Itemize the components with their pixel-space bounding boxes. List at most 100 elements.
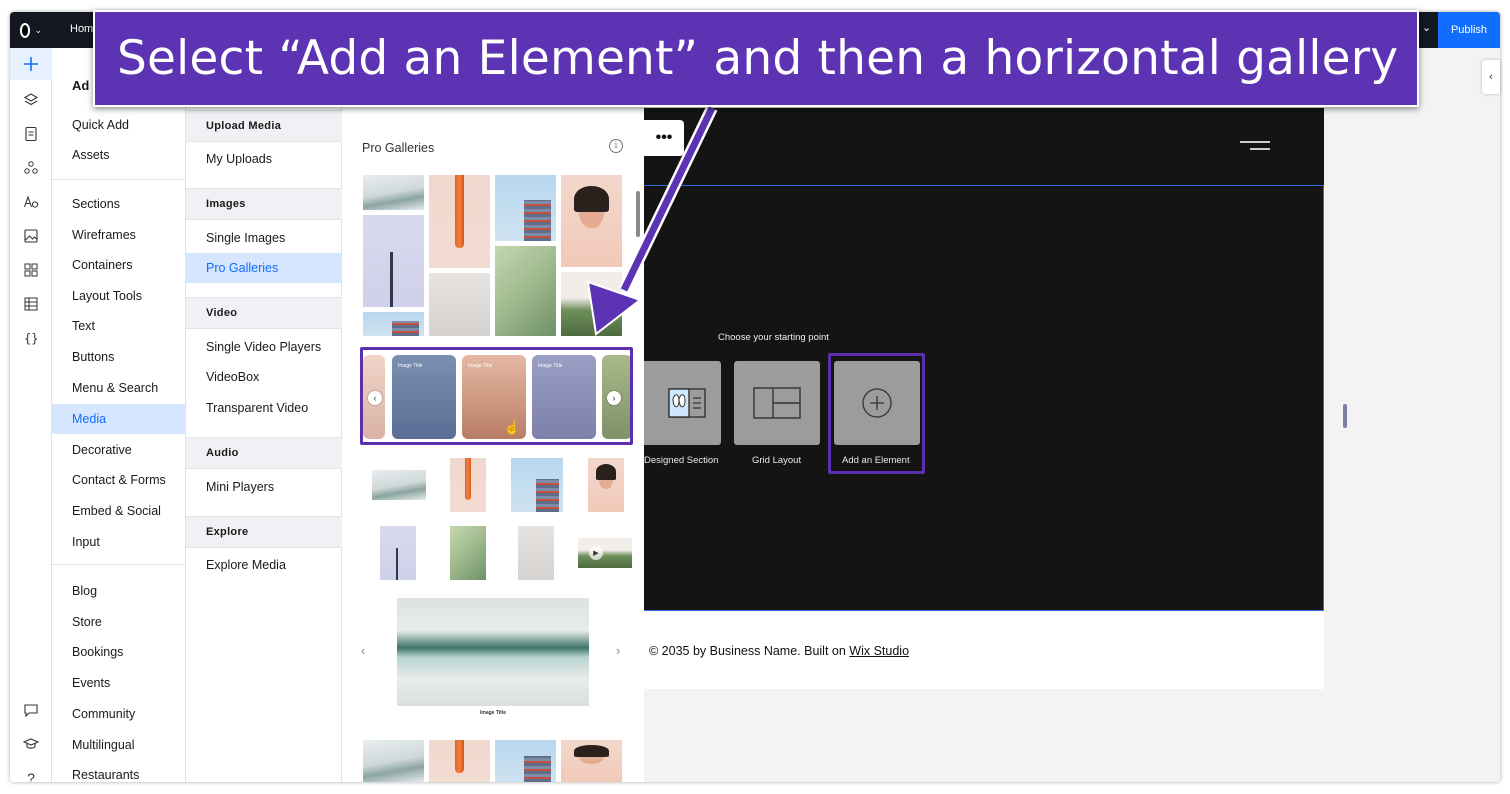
highlight-box (828, 353, 925, 474)
item-my-uploads[interactable]: My Uploads (186, 144, 342, 174)
category-multilingual[interactable]: Multilingual (52, 730, 186, 760)
designed-section-button[interactable] (644, 361, 721, 445)
chevron-right-icon: › (607, 391, 621, 405)
theme-icon[interactable] (10, 186, 52, 218)
hand-cursor-icon: ☝ (504, 420, 521, 435)
chevron-left-icon[interactable]: ‹ (361, 643, 365, 658)
image-title: Image Title (468, 363, 493, 369)
footer-copyright: © 2035 by Business Name. Built on (649, 644, 850, 658)
category-quick-add[interactable]: Quick Add (52, 110, 186, 140)
gallery-thumbnail (495, 246, 556, 336)
footer-link[interactable]: Wix Studio (849, 644, 909, 658)
wix-logo-icon (20, 22, 31, 38)
panel-scrollbar[interactable] (636, 191, 640, 237)
hamburger-menu-icon[interactable] (1240, 141, 1270, 153)
category-events[interactable]: Events (52, 668, 186, 698)
chevron-down-icon[interactable]: ⌄ (1422, 21, 1431, 34)
category-wireframes[interactable]: Wireframes (52, 220, 186, 250)
grid-layout-label: Grid Layout (752, 455, 802, 466)
cms-icon[interactable] (10, 288, 52, 320)
gallery-thumbnail (380, 526, 416, 580)
category-sections[interactable]: Sections (52, 189, 186, 219)
add-icon[interactable] (10, 48, 52, 80)
add-categories-panel: Ad Quick Add Assets Sections Wireframes … (52, 48, 186, 782)
item-mini-players[interactable]: Mini Players (186, 472, 342, 502)
gallery-thumbnail (518, 526, 554, 580)
annotation-banner: Select “Add an Element” and then a horiz… (93, 10, 1419, 107)
group-header-images: Images (186, 188, 342, 220)
category-containers[interactable]: Containers (52, 250, 186, 280)
item-videobox[interactable]: VideoBox (186, 362, 342, 392)
group-header-video: Video (186, 297, 342, 329)
image-title: Image Title (479, 710, 507, 716)
gallery-thumbnail (561, 175, 622, 267)
gallery-thumbnail (372, 470, 426, 500)
pages-icon[interactable] (10, 118, 52, 150)
gallery-thumbnail: Image Title (532, 355, 596, 439)
category-media[interactable]: Media (52, 404, 186, 434)
grid-layout-icon (753, 387, 801, 419)
gallery-thumbnail (450, 458, 486, 512)
site-menu-button[interactable]: ⌄ (20, 21, 42, 39)
item-single-images[interactable]: Single Images (186, 223, 342, 253)
site-header[interactable] (644, 108, 1324, 186)
grid-layout-button[interactable] (734, 361, 820, 445)
item-transparent-video[interactable]: Transparent Video (186, 393, 342, 423)
gallery-thumbnail (363, 740, 424, 782)
gallery-thumbnail (561, 740, 622, 782)
item-single-video-players[interactable]: Single Video Players (186, 332, 342, 362)
app-market-icon[interactable] (10, 254, 52, 286)
category-text[interactable]: Text (52, 311, 186, 341)
category-bookings[interactable]: Bookings (52, 637, 186, 667)
code-icon[interactable]: {} (10, 322, 52, 354)
collapse-panel-button[interactable]: ‹ (1482, 60, 1500, 94)
gallery-preset-slideshow[interactable] (397, 598, 589, 706)
category-restaurants[interactable]: Restaurants (52, 760, 186, 782)
help-icon[interactable]: ? (10, 762, 52, 782)
chat-icon[interactable] (10, 694, 52, 726)
svg-text:{}: {} (24, 332, 38, 346)
item-explore-media[interactable]: Explore Media (186, 550, 342, 580)
gallery-thumbnail (429, 740, 490, 782)
category-menu-search[interactable]: Menu & Search (52, 373, 186, 403)
footer-text: © 2035 by Business Name. Built on Wix St… (649, 644, 909, 658)
category-blog[interactable]: Blog (52, 576, 186, 606)
category-contact-forms[interactable]: Contact & Forms (52, 465, 186, 495)
category-embed-social[interactable]: Embed & Social (52, 496, 186, 526)
category-buttons[interactable]: Buttons (52, 342, 186, 372)
gallery-preset-horizontal[interactable]: Image Title Image Title Image Title ‹ › (360, 347, 633, 445)
more-actions-button[interactable]: ••• (644, 120, 684, 156)
gallery-thumbnail (511, 458, 563, 512)
media-icon[interactable] (10, 220, 52, 252)
play-icon: ▶ (589, 546, 603, 560)
image-title: Image Title (538, 363, 563, 369)
item-pro-galleries[interactable]: Pro Galleries (186, 253, 342, 283)
category-store[interactable]: Store (52, 607, 186, 637)
publish-button[interactable]: Publish (1438, 12, 1500, 48)
chevron-left-icon: ‹ (368, 391, 382, 405)
layers-icon[interactable] (10, 84, 52, 116)
info-icon[interactable]: i (609, 139, 623, 153)
category-layout-tools[interactable]: Layout Tools (52, 281, 186, 311)
gallery-thumbnail (429, 175, 490, 268)
learn-icon[interactable] (10, 728, 52, 760)
resize-handle[interactable] (1343, 404, 1347, 428)
category-assets[interactable]: Assets (52, 140, 186, 170)
gallery-thumbnail (578, 538, 632, 568)
gallery-thumbnail (429, 273, 490, 336)
category-input[interactable]: Input (52, 527, 186, 557)
choose-starting-point-label: Choose your starting point (718, 332, 829, 343)
group-header-audio: Audio (186, 437, 342, 469)
divider (52, 564, 186, 565)
category-decorative[interactable]: Decorative (52, 435, 186, 465)
gallery-thumbnail (363, 175, 424, 210)
gallery-thumbnail (495, 175, 556, 241)
category-community[interactable]: Community (52, 699, 186, 729)
group-header-explore: Explore (186, 516, 342, 548)
chevron-right-icon[interactable]: › (616, 643, 620, 658)
designed-section-label: Designed Section (644, 455, 719, 466)
gallery-thumbnail (561, 272, 622, 336)
page-selector[interactable]: Hom (70, 23, 93, 35)
gallery-thumbnail (588, 458, 624, 512)
apps-icon[interactable] (10, 152, 52, 184)
